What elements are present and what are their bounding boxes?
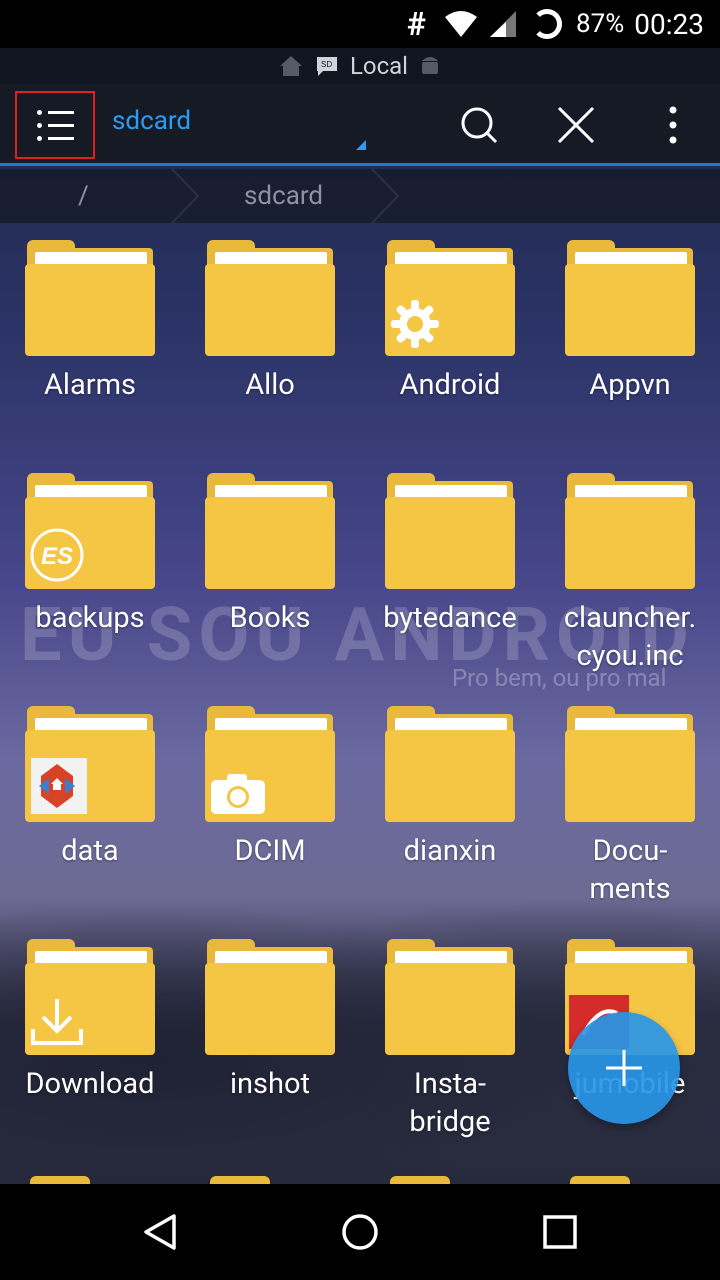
folder-label: Docu- ments bbox=[589, 834, 671, 906]
folder-icon: ES bbox=[25, 473, 155, 589]
folder-item[interactable]: Allo bbox=[180, 240, 360, 473]
folder-item[interactable]: dianxin bbox=[360, 706, 540, 939]
close-icon[interactable] bbox=[553, 102, 599, 148]
search-icon[interactable] bbox=[456, 102, 502, 148]
folder-icon bbox=[205, 473, 335, 589]
folder-item[interactable]: Docu- ments bbox=[540, 706, 720, 939]
folder-item[interactable]: Alarms bbox=[0, 240, 180, 473]
svg-text:SD: SD bbox=[321, 60, 332, 69]
folder-icon bbox=[565, 706, 695, 822]
folder-label: DCIM bbox=[234, 834, 306, 868]
breadcrumb-root[interactable]: / bbox=[78, 181, 89, 211]
folder-icon bbox=[565, 240, 695, 356]
folder-label: bytedance bbox=[383, 601, 517, 635]
folder-icon bbox=[385, 240, 515, 356]
hamburger-menu-icon[interactable] bbox=[15, 91, 95, 159]
folder-label: backups bbox=[35, 601, 145, 635]
source-bar: SD Local bbox=[0, 48, 720, 84]
folder-label: Insta- bridge bbox=[409, 1067, 491, 1139]
folder-icon bbox=[25, 240, 155, 356]
folder-item[interactable]: Download bbox=[0, 939, 180, 1172]
folder-icon bbox=[385, 473, 515, 589]
folder-icon bbox=[385, 706, 515, 822]
android-icon[interactable] bbox=[418, 54, 442, 78]
camera-icon bbox=[209, 772, 267, 820]
clock: 00:23 bbox=[634, 7, 704, 41]
wifi-icon bbox=[444, 11, 477, 37]
location-title[interactable]: sdcard bbox=[112, 106, 191, 136]
plus-icon bbox=[606, 1050, 642, 1086]
gear-icon bbox=[389, 298, 441, 354]
folder-item[interactable]: ES backups bbox=[0, 473, 180, 706]
screen: # 87% 00:23 SD Local sdcard / sdcard EU … bbox=[0, 0, 720, 1280]
folder-label: Alarms bbox=[44, 368, 136, 402]
dropdown-triangle-icon[interactable] bbox=[356, 140, 366, 150]
folder-label: Android bbox=[399, 368, 501, 402]
home-circle-icon[interactable] bbox=[336, 1208, 384, 1256]
source-label[interactable]: Local bbox=[350, 52, 408, 80]
folder-label: clauncher. cyou.inc bbox=[563, 601, 697, 673]
sd-card-icon: SD bbox=[316, 57, 337, 76]
folder-label: Books bbox=[229, 601, 311, 635]
add-fab-button[interactable] bbox=[568, 1012, 680, 1124]
breadcrumb-current[interactable]: sdcard bbox=[244, 181, 323, 211]
folder-label: data bbox=[61, 834, 119, 868]
folder-icon bbox=[205, 706, 335, 822]
back-triangle-icon[interactable] bbox=[136, 1208, 184, 1256]
breadcrumb-separator bbox=[371, 169, 400, 223]
folder-item[interactable]: inshot bbox=[180, 939, 360, 1172]
folder-icon bbox=[205, 939, 335, 1055]
folder-icon bbox=[205, 240, 335, 356]
breadcrumb-separator bbox=[171, 169, 200, 223]
app-bar: sdcard bbox=[0, 84, 720, 166]
partial-row bbox=[0, 1172, 720, 1184]
signal-icon bbox=[489, 11, 516, 37]
status-bar: # 87% 00:23 bbox=[0, 0, 720, 48]
nova-launcher-icon bbox=[29, 752, 93, 820]
folder-label: Download bbox=[25, 1067, 155, 1101]
folder-label: Allo bbox=[245, 368, 295, 402]
battery-icon bbox=[531, 9, 562, 39]
folder-item[interactable]: Appvn bbox=[540, 240, 720, 473]
folder-label: inshot bbox=[229, 1067, 311, 1101]
folder-label: Appvn bbox=[589, 368, 671, 402]
folder-label: dianxin bbox=[403, 834, 497, 868]
more-vert-icon[interactable] bbox=[650, 102, 696, 148]
navigation-bar bbox=[0, 1184, 720, 1280]
folder-item[interactable]: clauncher. cyou.inc bbox=[540, 473, 720, 706]
folder-item[interactable]: bytedance bbox=[360, 473, 540, 706]
folder-icon bbox=[385, 939, 515, 1055]
folder-icon bbox=[25, 939, 155, 1055]
hash-icon: # bbox=[407, 5, 426, 43]
folder-item[interactable]: Insta- bridge bbox=[360, 939, 540, 1172]
folder-item[interactable]: DCIM bbox=[180, 706, 360, 939]
home-icon[interactable] bbox=[278, 54, 304, 78]
download-icon bbox=[29, 995, 85, 1053]
folder-item[interactable]: Books bbox=[180, 473, 360, 706]
breadcrumb: / sdcard bbox=[0, 169, 720, 223]
es-logo-icon: ES bbox=[29, 527, 85, 587]
folder-item[interactable]: data bbox=[0, 706, 180, 939]
folder-icon bbox=[565, 473, 695, 589]
svg-text:ES: ES bbox=[41, 543, 73, 570]
folder-icon bbox=[25, 706, 155, 822]
folder-item[interactable]: Android bbox=[360, 240, 540, 473]
battery-percent: 87% bbox=[575, 9, 625, 39]
recents-square-icon[interactable] bbox=[536, 1208, 584, 1256]
